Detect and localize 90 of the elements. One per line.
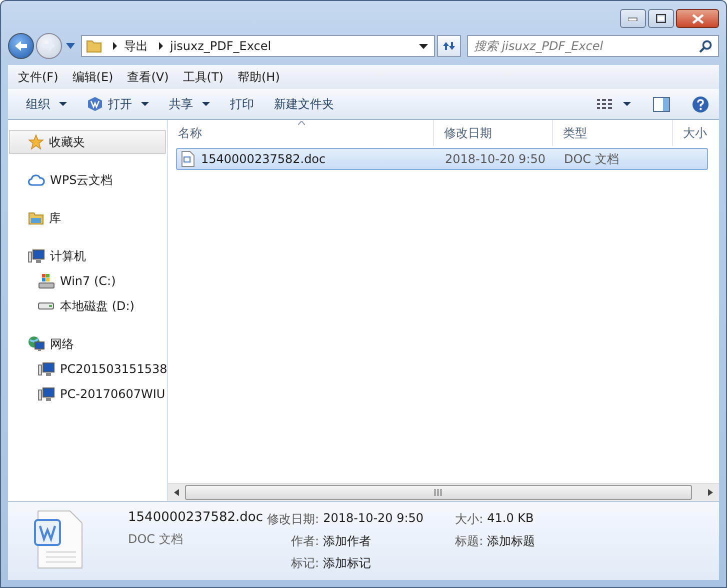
search-field[interactable]: 搜索 jisuxz_PDF_Excel bbox=[467, 35, 719, 57]
property-label: 标记: bbox=[290, 555, 320, 572]
toolbar-button[interactable]: 共享 bbox=[161, 92, 218, 116]
menu-item[interactable]: 帮助(H) bbox=[232, 68, 286, 86]
network-icon bbox=[28, 336, 45, 352]
sidebar-item[interactable]: 收藏夹 bbox=[9, 130, 166, 154]
view-list-icon[interactable] bbox=[597, 98, 613, 110]
toolbar-button[interactable]: 打开 bbox=[79, 92, 157, 116]
back-button[interactable] bbox=[8, 33, 34, 59]
column-header[interactable]: 修改日期 bbox=[434, 120, 553, 146]
sidebar-label: 网络 bbox=[50, 336, 74, 352]
property-value[interactable]: 添加作者 bbox=[323, 533, 452, 550]
refresh-icon bbox=[441, 39, 457, 53]
breadcrumb-arrow-icon[interactable] bbox=[158, 42, 164, 50]
property-label: 大小: bbox=[455, 511, 484, 528]
app-icon bbox=[87, 96, 103, 112]
file-date: 2018-10-20 9:50 bbox=[445, 152, 546, 166]
file-name: 1540000237582.doc bbox=[128, 510, 264, 525]
sidebar-label: PC-20170607WIU bbox=[60, 387, 166, 401]
minimize-button[interactable] bbox=[620, 9, 646, 28]
history-dropdown-icon[interactable] bbox=[66, 43, 75, 49]
file-name: 1540000237582.doc bbox=[201, 152, 326, 166]
word-document-icon bbox=[34, 510, 84, 570]
computer-icon bbox=[28, 248, 45, 264]
sidebar-item[interactable]: 本地磁盘 (D:) bbox=[9, 294, 166, 318]
file-row[interactable]: 1540000237582.doc 2018-10-20 9:50 DOC 文档 bbox=[176, 148, 708, 170]
document-icon bbox=[181, 151, 195, 167]
help-icon[interactable] bbox=[692, 96, 709, 112]
close-button[interactable] bbox=[676, 9, 719, 28]
column-header[interactable]: 类型 bbox=[553, 120, 673, 146]
dropdown-arrow-icon[interactable] bbox=[419, 44, 428, 48]
scroll-left-icon[interactable] bbox=[174, 489, 179, 496]
computer-icon bbox=[38, 386, 55, 402]
toolbar-button[interactable]: 打印 bbox=[222, 92, 262, 116]
breadcrumb[interactable]: jisuxz_PDF_Excel bbox=[170, 39, 272, 53]
drive-icon bbox=[38, 302, 55, 310]
sidebar-label: 库 bbox=[49, 210, 61, 226]
refresh-button[interactable] bbox=[437, 35, 461, 57]
sidebar-label: 计算机 bbox=[50, 248, 86, 264]
sidebar-label: 本地磁盘 (D:) bbox=[60, 298, 134, 314]
property-value[interactable]: 添加标题 bbox=[487, 533, 536, 550]
minimize-icon bbox=[628, 16, 638, 20]
breadcrumb[interactable]: 导出 bbox=[124, 38, 148, 54]
sidebar-label: 收藏夹 bbox=[49, 134, 85, 150]
forward-arrow-icon bbox=[42, 40, 56, 52]
sidebar-label: WPS云文档 bbox=[50, 172, 113, 188]
sidebar-item[interactable]: PC-20170607WIU bbox=[9, 382, 166, 406]
search-icon bbox=[699, 40, 712, 53]
scroll-right-icon[interactable] bbox=[708, 489, 713, 496]
caret-icon bbox=[141, 102, 149, 106]
cloud-icon bbox=[28, 174, 45, 186]
sidebar-item[interactable]: Win7 (C:) bbox=[9, 269, 166, 293]
property-label: 修改日期: bbox=[267, 511, 320, 528]
maximize-icon bbox=[656, 14, 666, 23]
property-value: 41.0 KB bbox=[487, 511, 535, 527]
caret-icon bbox=[59, 102, 67, 106]
caret-icon[interactable] bbox=[623, 102, 631, 106]
star-icon bbox=[28, 134, 44, 150]
breadcrumb-arrow-icon[interactable] bbox=[112, 42, 118, 50]
column-header[interactable]: 大小 bbox=[673, 120, 719, 146]
caret-icon bbox=[202, 102, 210, 106]
column-header[interactable]: 名称 bbox=[168, 120, 434, 146]
file-type: DOC 文档 bbox=[564, 150, 619, 168]
sidebar-label: PC201503151538 bbox=[60, 362, 167, 376]
property-value[interactable]: 添加标记 bbox=[323, 555, 452, 572]
property-label: 作者: bbox=[290, 533, 320, 550]
menu-item[interactable]: 文件(F) bbox=[12, 68, 64, 86]
sidebar-item[interactable]: 计算机 bbox=[9, 244, 166, 268]
sidebar-item[interactable]: 库 bbox=[9, 206, 166, 230]
file-type: DOC 文档 bbox=[128, 531, 184, 548]
address-bar[interactable]: 导出 jisuxz_PDF_Excel bbox=[81, 35, 435, 57]
menu-item[interactable]: 查看(V) bbox=[121, 68, 175, 86]
computer-icon bbox=[38, 362, 55, 376]
drive-icon bbox=[38, 273, 55, 289]
folder-icon bbox=[86, 38, 102, 54]
toolbar-button[interactable]: 组织 bbox=[18, 92, 75, 116]
menu-item[interactable]: 工具(T) bbox=[176, 68, 230, 86]
back-arrow-icon bbox=[14, 40, 28, 52]
preview-pane-icon[interactable] bbox=[653, 96, 670, 112]
sidebar-item[interactable]: WPS云文档 bbox=[9, 168, 166, 192]
sidebar-item[interactable]: PC201503151538 bbox=[9, 357, 166, 381]
property-label: 标题: bbox=[455, 533, 484, 550]
sidebar-item[interactable]: 网络 bbox=[9, 332, 166, 356]
property-value: 2018-10-20 9:50 bbox=[323, 511, 425, 527]
close-icon bbox=[692, 14, 704, 24]
menu-item[interactable]: 编辑(E) bbox=[66, 68, 120, 86]
folder-icon bbox=[28, 211, 44, 225]
maximize-button[interactable] bbox=[648, 9, 674, 28]
sidebar-label: Win7 (C:) bbox=[60, 274, 116, 288]
toolbar-button[interactable]: 新建文件夹 bbox=[266, 92, 342, 116]
